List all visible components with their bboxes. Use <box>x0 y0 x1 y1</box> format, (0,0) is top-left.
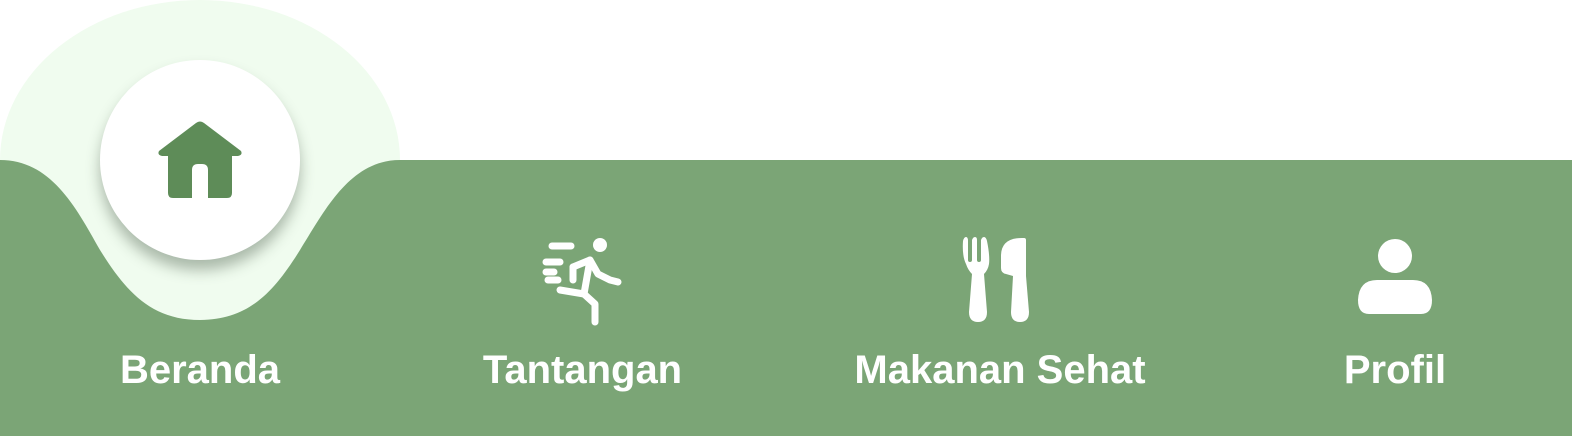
bottom-navigation-bar: Beranda Tantangan Makanan Sehat Profil <box>0 0 1572 436</box>
nav-item-tantangan[interactable]: Tantangan <box>400 0 765 436</box>
nav-label-tantangan: Tantangan <box>482 348 683 392</box>
nav-label-makanan-sehat: Makanan Sehat <box>854 348 1146 392</box>
person-icon <box>1358 239 1432 314</box>
active-bubble <box>100 60 300 260</box>
fork-knife-icon <box>962 237 1029 322</box>
nav-label-beranda: Beranda <box>119 348 281 392</box>
nav-item-beranda[interactable]: Beranda <box>0 0 400 436</box>
nav-label-profil: Profil <box>1343 348 1447 392</box>
home-icon <box>158 121 242 198</box>
running-person-icon <box>542 238 622 326</box>
nav-item-makanan-sehat[interactable]: Makanan Sehat <box>765 0 1235 436</box>
nav-item-profil[interactable]: Profil <box>1235 0 1555 436</box>
